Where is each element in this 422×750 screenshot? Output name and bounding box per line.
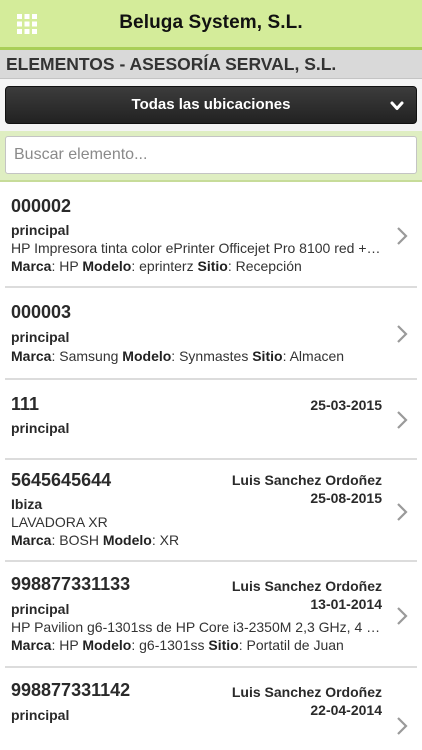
- section-title: ELEMENTOS - ASESORÍA SERVAL, S.L.: [6, 54, 337, 74]
- item-location: principal: [11, 329, 70, 345]
- item-description: HP Pavilion g6-1301ss de HP Core i3-2350…: [11, 619, 381, 635]
- chevron-right-icon: [397, 325, 408, 343]
- list-item[interactable]: 111 25-03-2015 principal: [0, 380, 422, 460]
- item-code: 998877331142: [11, 680, 131, 700]
- item-details: Marca: Samsung Modelo: Synmastes Sitio: …: [11, 348, 345, 364]
- item-date: 13-01-2014: [310, 596, 382, 612]
- location-select[interactable]: Todas las ubicaciones: [5, 86, 417, 124]
- item-location: principal: [11, 601, 70, 617]
- item-description: LAVADORA XR: [11, 514, 108, 530]
- item-details: Marca: HP Modelo: eprinterz Sitio: Recep…: [11, 258, 302, 274]
- list-item[interactable]: 998877331133 Luis Sanchez Ordoñez 13-01-…: [0, 562, 422, 668]
- search-bar: [0, 131, 422, 180]
- item-location: principal: [11, 222, 70, 238]
- item-person: Luis Sanchez Ordoñez: [231, 684, 382, 700]
- item-date: 25-03-2015: [310, 397, 382, 413]
- item-code: 5645645644: [11, 470, 112, 490]
- item-code: 111: [11, 394, 40, 414]
- element-list: 000002 principal HP Impresora tinta colo…: [0, 182, 422, 750]
- list-item[interactable]: 000002 principal HP Impresora tinta colo…: [0, 182, 422, 288]
- item-code: 000002: [11, 196, 72, 216]
- app-header: Beluga System, S.L.: [0, 0, 422, 50]
- chevron-right-icon: [397, 411, 408, 429]
- search-input[interactable]: [5, 136, 417, 174]
- chevron-right-icon: [397, 717, 408, 735]
- item-location: principal: [11, 707, 70, 723]
- filter-area: Todas las ubicaciones: [0, 79, 422, 182]
- item-location: Ibiza: [11, 496, 43, 512]
- list-item[interactable]: 000003 principal Marca: Samsung Modelo: …: [0, 288, 422, 380]
- list-item[interactable]: 5645645644 Luis Sanchez Ordoñez 25-08-20…: [0, 460, 422, 562]
- item-location: principal: [11, 420, 70, 436]
- item-person: Luis Sanchez Ordoñez: [231, 472, 382, 488]
- section-header: ELEMENTOS - ASESORÍA SERVAL, S.L.: [0, 50, 422, 79]
- chevron-right-icon: [397, 227, 408, 245]
- item-code: 000003: [11, 302, 72, 322]
- chevron-right-icon: [397, 503, 408, 521]
- list-item[interactable]: 998877331142 Luis Sanchez Ordoñez 22-04-…: [0, 668, 422, 750]
- app-title: Beluga System, S.L.: [119, 12, 303, 33]
- item-description: HP Impresora tinta color ePrinter Office…: [11, 240, 381, 256]
- item-details: Marca: BOSH Modelo: XR: [11, 532, 180, 548]
- item-person: Luis Sanchez Ordoñez: [231, 578, 382, 594]
- chevron-down-icon: [390, 101, 404, 110]
- item-code: 998877331133: [11, 574, 131, 594]
- chevron-right-icon: [397, 607, 408, 625]
- item-details: Marca: HP Modelo: g6-1301ss Sitio: Porta…: [11, 637, 344, 653]
- item-date: 25-08-2015: [310, 490, 382, 506]
- location-select-label: Todas las ubicaciones: [131, 96, 291, 113]
- item-date: 22-04-2014: [310, 702, 382, 718]
